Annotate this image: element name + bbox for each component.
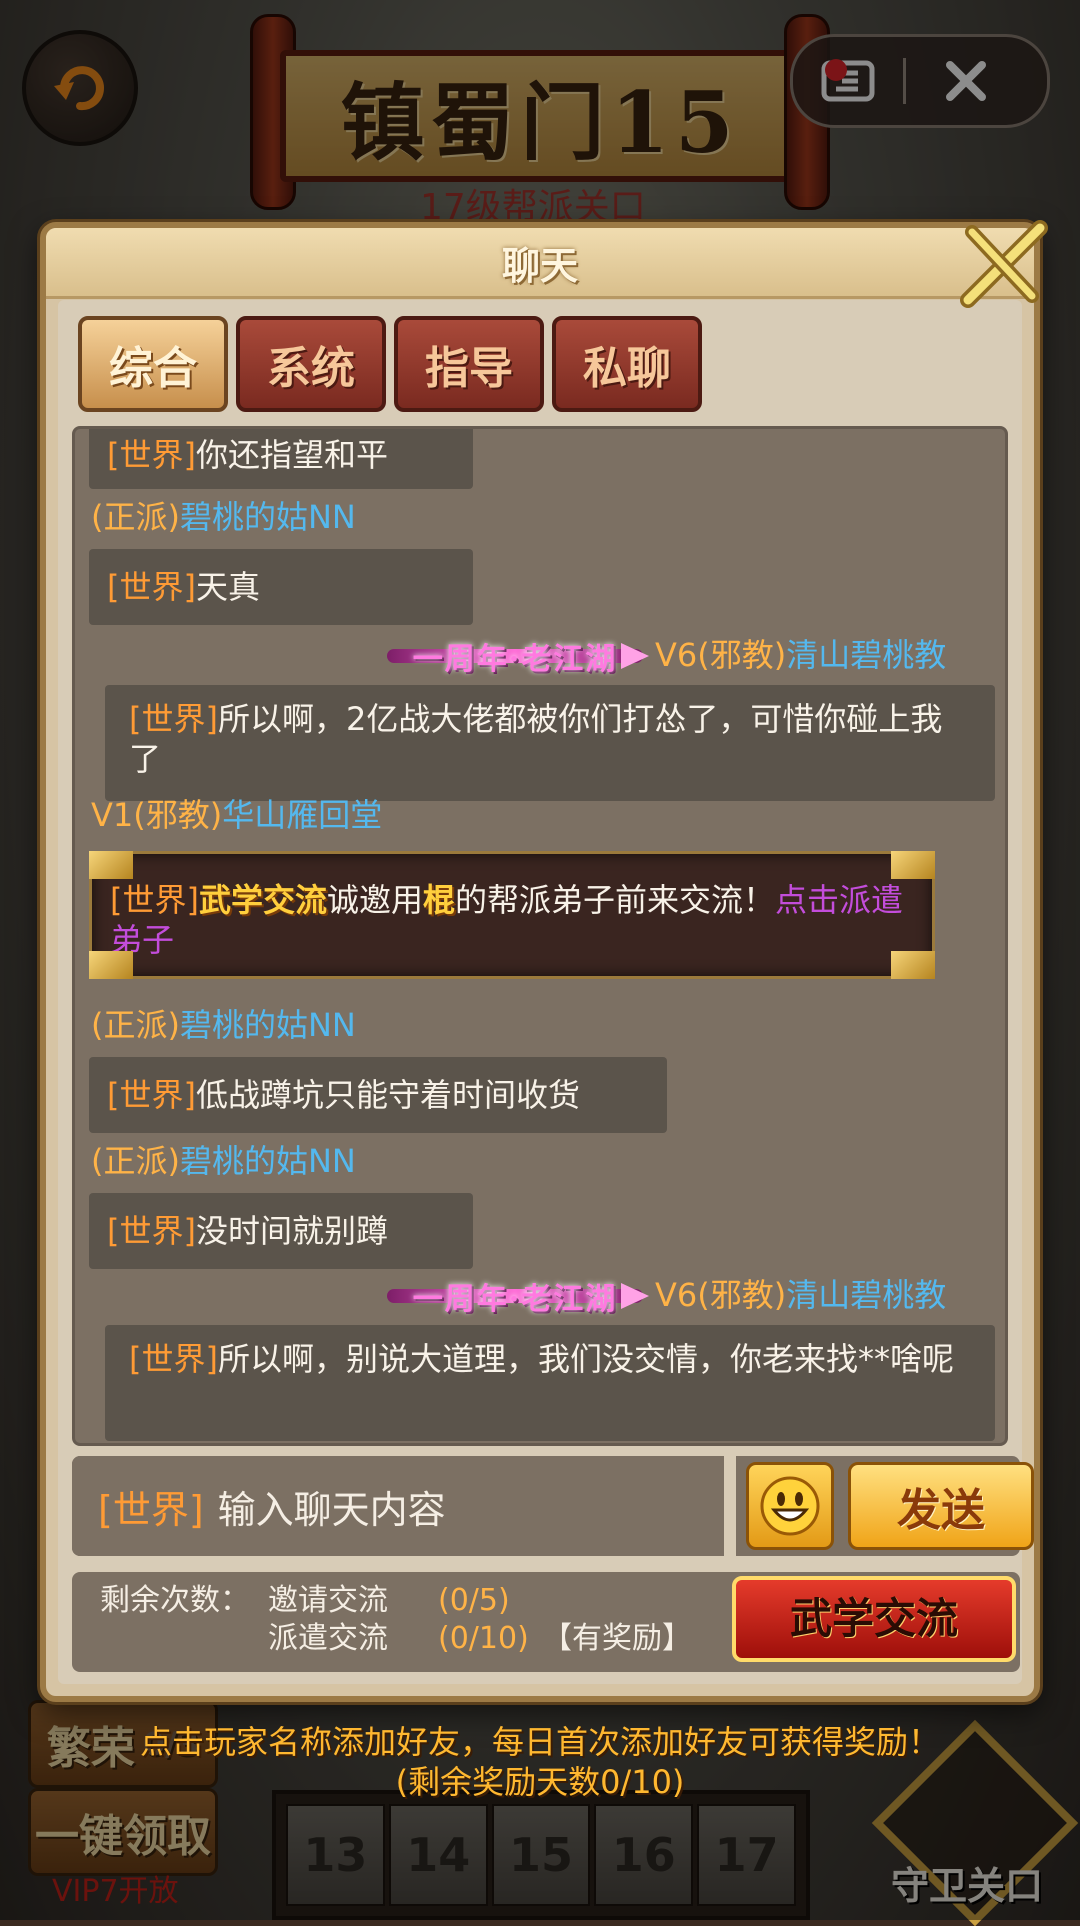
tab-system[interactable]: 系统 <box>236 316 386 412</box>
chat-tabs: 综合 系统 指导 私聊 <box>78 316 702 412</box>
message-text: 天真 <box>195 568 260 606</box>
sender-faction: (正派) <box>91 498 180 536</box>
anniversary-badge: 一周年·老江湖 <box>387 1271 649 1321</box>
chat-bubble: [世界]没时间就别蹲 <box>89 1193 473 1269</box>
chat-bubble: [世界]所以啊，2亿战大佬都被你们打怂了，可惜你碰上我了 <box>105 685 995 801</box>
channel-tag: [世界] <box>107 1212 196 1250</box>
friend-hint: 点击玩家名称添加好友，每日首次添加好友可获得奖励！ <box>139 1723 940 1761</box>
sender-name[interactable]: 清山碧桃教 <box>786 1276 946 1314</box>
sender-line: (正派)碧桃的姑NN <box>91 1005 356 1045</box>
message-text: 的帮派弟子前来交流！ <box>455 881 776 919</box>
dialog-header: 聊天 <box>46 228 1034 299</box>
sender-vip: V6 <box>655 1276 698 1314</box>
sender-vip: V1 <box>91 796 134 834</box>
weapon-name: 棍 <box>423 881 456 919</box>
smiley-icon <box>760 1476 820 1536</box>
anniversary-badge: 一周年·老江湖 <box>387 631 649 681</box>
message-text: 你还指望和平 <box>195 436 388 474</box>
chat-bubble: [世界]天真 <box>89 549 473 625</box>
dispatch-exchange-label: 派遣交流 <box>268 1621 388 1656</box>
event-message-box: [世界]武学交流诚邀用棍的帮派弟子前来交流！点击派遣弟子 <box>89 851 935 979</box>
message-text: 所以啊，别说大道理，我们没交情，你老来找**啥呢 <box>217 1340 954 1378</box>
sender-name[interactable]: 碧桃的姑NN <box>180 1006 356 1044</box>
sender-line: V6(邪教)清山碧桃教 <box>655 635 946 675</box>
chat-bubble: [世界]所以啊，别说大道理，我们没交情，你老来找**啥呢 <box>105 1325 995 1441</box>
sender-faction: (正派) <box>91 1006 180 1044</box>
sender-name[interactable]: 碧桃的姑NN <box>180 498 356 536</box>
tab-guide[interactable]: 指导 <box>394 316 544 412</box>
channel-tag: [世界] <box>107 568 196 606</box>
chat-dialog: 聊天 综合 系统 指导 私聊 [世界]你还指望和平 (正派)碧桃的姑NN [世界… <box>40 222 1040 1702</box>
frame-corner <box>89 851 133 879</box>
dispatch-exchange-count: (0/10) <box>438 1621 529 1656</box>
badge-tip <box>621 1283 649 1309</box>
badge-tip <box>621 643 649 669</box>
reward-note: 【有奖励】 <box>542 1621 692 1656</box>
sender-line: V1(邪教)华山雁回堂 <box>91 795 382 835</box>
tab-general[interactable]: 综合 <box>78 316 228 412</box>
chat-input-row: [世界] 输入聊天内容 发送 <box>72 1456 1034 1556</box>
sender-name[interactable]: 华山雁回堂 <box>222 796 382 834</box>
channel-tag: [世界] <box>129 700 218 738</box>
sender-line: (正派)碧桃的姑NN <box>91 1141 356 1181</box>
sender-line: (正派)碧桃的姑NN <box>91 497 356 537</box>
martial-exchange-button[interactable]: 武学交流 <box>732 1576 1016 1662</box>
input-placeholder: 输入聊天内容 <box>217 1487 446 1532</box>
invite-exchange-count: (0/5) <box>438 1583 510 1618</box>
sender-vip: V6 <box>655 636 698 674</box>
sender-faction: (邪教) <box>133 796 223 834</box>
send-button[interactable]: 发送 <box>848 1462 1034 1550</box>
chat-bubble: [世界]低战蹲坑只能守着时间收货 <box>89 1057 667 1133</box>
message-text: 低战蹲坑只能守着时间收货 <box>195 1076 580 1114</box>
frame-corner <box>891 951 935 979</box>
dialog-body: 综合 系统 指导 私聊 [世界]你还指望和平 (正派)碧桃的姑NN [世界]天真… <box>58 300 1034 1684</box>
sender-faction: (正派) <box>91 1142 180 1180</box>
exchange-quota-panel: 剩余次数： 邀请交流 (0/5) 派遣交流 (0/10) 【有奖励】 武学交流 <box>72 1572 1020 1672</box>
channel-tag: [世界] <box>110 881 199 919</box>
channel-tag: [世界] <box>107 436 196 474</box>
frame-corner <box>89 951 133 979</box>
event-name: 武学交流 <box>198 881 327 919</box>
input-divider <box>724 1456 736 1556</box>
message-text: 诚邀用 <box>327 881 424 919</box>
friend-hint-days: (剩余奖励天数0/10) <box>395 1763 685 1801</box>
chat-message-list[interactable]: [世界]你还指望和平 (正派)碧桃的姑NN [世界]天真 一周年·老江湖 V6(… <box>72 426 1008 1446</box>
dialog-title: 聊天 <box>501 243 578 288</box>
chat-input[interactable]: [世界] 输入聊天内容 <box>72 1456 722 1556</box>
message-text: 所以啊，2亿战大佬都被你们打怂了，可惜你碰上我了 <box>129 700 943 778</box>
channel-tag: [世界] <box>129 1340 218 1378</box>
badge-text: 一周年·老江湖 <box>412 1282 618 1317</box>
sender-name[interactable]: 碧桃的姑NN <box>180 1142 356 1180</box>
sender-name[interactable]: 清山碧桃教 <box>786 636 946 674</box>
input-channel-tag[interactable]: [世界] <box>98 1479 204 1534</box>
frame-corner <box>891 851 935 879</box>
quota-label: 剩余次数： <box>100 1583 250 1618</box>
chat-bubble: [世界]你还指望和平 <box>89 429 473 489</box>
badge-text: 一周年·老江湖 <box>412 642 618 677</box>
sender-line: V6(邪教)清山碧桃教 <box>655 1275 946 1315</box>
sender-faction: (邪教) <box>697 636 787 674</box>
tab-private[interactable]: 私聊 <box>552 316 702 412</box>
message-text: 没时间就别蹲 <box>195 1212 388 1250</box>
invite-exchange-label: 邀请交流 <box>268 1583 388 1618</box>
emoji-button[interactable] <box>746 1462 834 1550</box>
channel-tag: [世界] <box>107 1076 196 1114</box>
dialog-close-icon[interactable] <box>954 214 1054 314</box>
sender-faction: (邪教) <box>697 1276 787 1314</box>
